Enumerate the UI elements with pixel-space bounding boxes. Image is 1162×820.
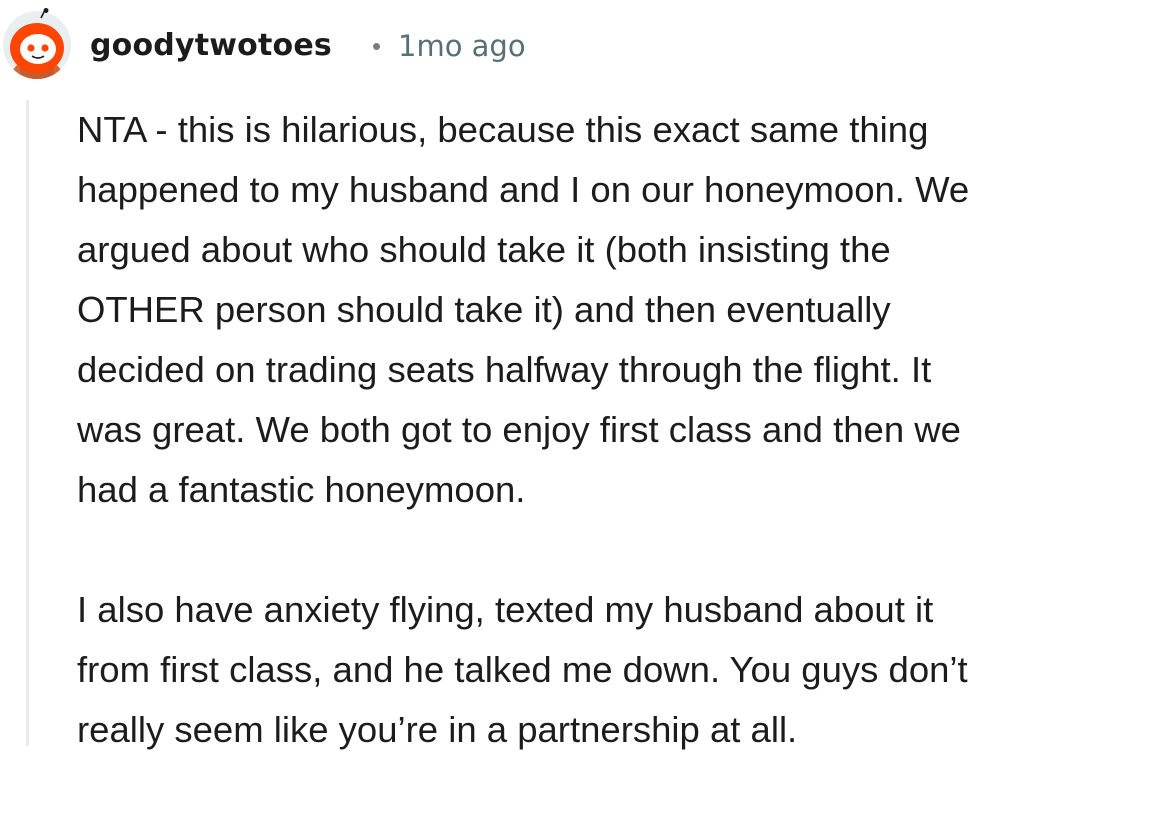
text-line: argued about who should take it (both in…: [77, 229, 891, 270]
timestamp-link[interactable]: 1mo ago: [398, 26, 526, 66]
text-line: decided on trading seats halfway through…: [77, 349, 932, 390]
text-line: really seem like you’re in a partnership…: [77, 709, 798, 750]
snoo-avatar-icon[interactable]: [0, 8, 74, 82]
username-link[interactable]: goodytwotoes: [90, 26, 332, 66]
text-line: happened to my husband and I on our hone…: [77, 169, 970, 210]
text-line: was great. We both got to enjoy first cl…: [77, 409, 961, 450]
thread-collapse-line[interactable]: [26, 100, 29, 746]
text-line: from first class, and he talked me down.…: [77, 649, 968, 690]
text-line: I also have anxiety flying, texted my hu…: [77, 589, 934, 630]
comment-paragraph: I also have anxiety flying, texted my hu…: [77, 580, 1162, 760]
text-line: OTHER person should take it) and then ev…: [77, 289, 891, 330]
comment-header: goodytwotoes • 1mo ago: [0, 0, 1162, 90]
text-line: NTA - this is hilarious, because this ex…: [77, 109, 929, 150]
text-line: had a fantastic honeymoon.: [77, 469, 526, 510]
comment: goodytwotoes • 1mo ago NTA - this is hil…: [0, 0, 1162, 750]
meta-separator: •: [372, 31, 382, 61]
comment-body: NTA - this is hilarious, because this ex…: [77, 100, 1162, 820]
comment-paragraph: NTA - this is hilarious, because this ex…: [77, 100, 1162, 520]
